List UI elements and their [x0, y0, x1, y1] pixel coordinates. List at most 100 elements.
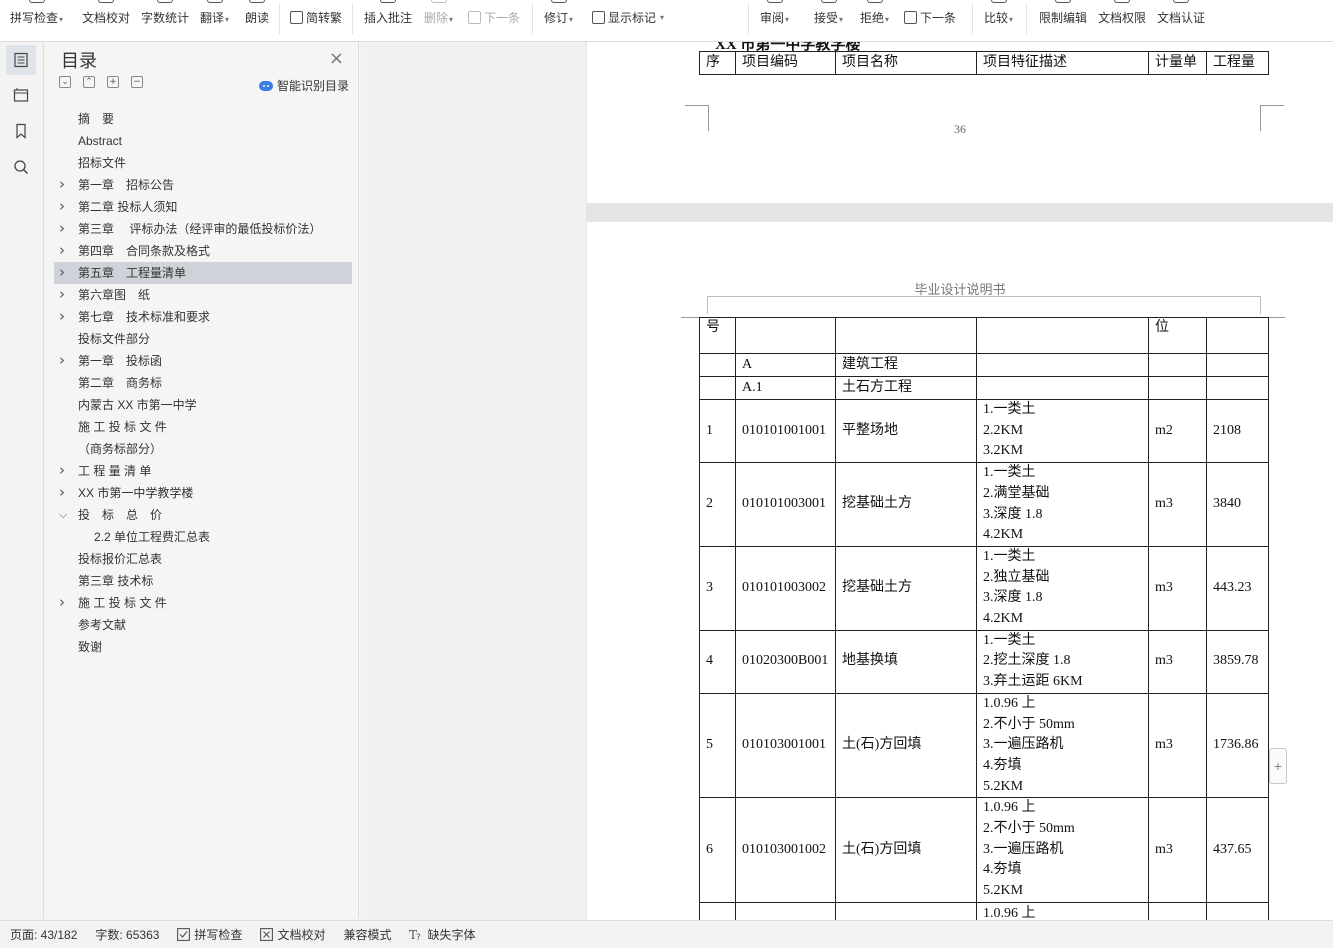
bookmark-button[interactable]: [6, 116, 36, 146]
next-change-button[interactable]: 下一条: [904, 9, 956, 26]
chevron-right-icon[interactable]: ›: [59, 481, 65, 503]
status-doc-proof[interactable]: 文档校对: [260, 926, 325, 943]
status-spell-check[interactable]: 拼写检查: [177, 926, 242, 943]
close-icon[interactable]: ×: [329, 48, 344, 69]
chevron-right-icon[interactable]: ›: [59, 239, 65, 261]
doc-certify-button[interactable]: 文档认证: [1157, 0, 1205, 40]
delete-comment-icon: [430, 0, 447, 3]
missing-font-button[interactable]: T? 缺失字体: [409, 926, 475, 943]
cell-code: 010103001001: [735, 692, 836, 799]
chevron-right-icon[interactable]: ›: [59, 349, 65, 371]
bill-of-quantities-table: 号位 A 建筑工程 A.1 土石方工程 1 010101001001 平整场地 1.一类土 2.2…: [699, 317, 1269, 920]
toc-item[interactable]: › 第四章 合同条款及格式: [54, 240, 352, 262]
chevron-right-icon[interactable]: ›: [59, 217, 65, 239]
insert-comment-button[interactable]: 插入批注: [364, 0, 412, 40]
page-number: 36: [954, 122, 966, 136]
missing-font-icon: T?: [409, 928, 421, 941]
cell-seq: [699, 376, 736, 400]
toc-item[interactable]: › 第二章 投标人须知: [54, 196, 352, 218]
toc-item[interactable]: （商务标部分）: [54, 438, 352, 460]
cell-qty: 1736.86: [1206, 692, 1269, 799]
expand-all-icon[interactable]: ⌄: [59, 76, 71, 88]
desc-line: 3.深度 1.8: [983, 590, 1043, 606]
chevron-right-icon[interactable]: ›: [59, 173, 65, 195]
page-indicator[interactable]: 页面: 43/182: [10, 926, 77, 943]
add-comment-icon[interactable]: +: [1269, 748, 1287, 784]
toc-panel-button[interactable]: [6, 45, 36, 75]
toc-item[interactable]: 第三章 技术标: [54, 570, 352, 592]
next-comment-button[interactable]: 下一条: [468, 9, 520, 26]
show-markup-dropdown[interactable]: 显示标记 ▾: [592, 9, 664, 26]
read-aloud-button[interactable]: 朗读: [245, 0, 269, 40]
chevron-right-icon[interactable]: ›: [59, 195, 65, 217]
toc-item[interactable]: › 施 工 投 标 文 件: [54, 592, 352, 614]
doc-proof-button[interactable]: 文档校对: [82, 0, 130, 40]
cell-unit: [1148, 353, 1207, 377]
toc-item[interactable]: › 第一章 招标公告: [54, 174, 352, 196]
separator: [972, 4, 973, 34]
status-bar: 页面: 43/182 字数: 65363 拼写检查 文档校对 兼容模式 T? 缺…: [0, 920, 1333, 948]
table-row: 2 010101003001 挖基础土方 1.一类土 2.满堂基础 3.深度 1.8 4.2…: [699, 462, 1269, 547]
toc-item[interactable]: Abstract: [54, 130, 352, 152]
toc-item[interactable]: 2.2 单位工程费汇总表: [54, 526, 352, 548]
spell-check-button[interactable]: 拼写检查▾: [10, 0, 63, 40]
desc-line: 1.0.96 上: [983, 800, 1036, 816]
doc-permission-button[interactable]: 文档权限: [1098, 0, 1146, 40]
toc-item[interactable]: ⌵ 投 标 总 价: [54, 504, 352, 526]
review-button[interactable]: 审阅▾: [760, 0, 789, 40]
toc-item[interactable]: 参考文献: [54, 614, 352, 636]
toc-item[interactable]: 内蒙古 XX 市第一中学: [54, 394, 352, 416]
toc-item[interactable]: › 工 程 量 清 单: [54, 460, 352, 482]
toc-item[interactable]: 投标报价汇总表: [54, 548, 352, 570]
remove-heading-icon[interactable]: −: [131, 76, 143, 88]
chapter-nav-button[interactable]: [6, 80, 36, 110]
toc-item[interactable]: › 第一章 投标函: [54, 350, 352, 372]
revise-button[interactable]: 修订▾: [544, 0, 573, 40]
toc-item[interactable]: 招标文件: [54, 152, 352, 174]
toc-item[interactable]: 摘 要: [54, 108, 352, 130]
chevron-right-icon[interactable]: ›: [59, 261, 65, 283]
smart-toc-button[interactable]: 智能识别目录: [258, 77, 349, 94]
cell-seq: 1: [699, 398, 736, 464]
word-count-button[interactable]: 字数统计: [141, 0, 189, 40]
toc-item[interactable]: 第二章 商务标: [54, 372, 352, 394]
compat-mode-indicator[interactable]: 兼容模式: [343, 926, 391, 943]
toc-item-label: 第三章 技术标: [78, 574, 154, 588]
toc-item-label: 第七章 技术标准和要求: [78, 310, 211, 324]
translate-button[interactable]: 翻译▾: [200, 0, 229, 40]
table-header-row: 序项目编码 项目名称 项目特征描述 计量单 工程量: [699, 51, 1269, 75]
toc-item[interactable]: › 第五章 工程量清单: [54, 262, 352, 284]
desc-line: 1.0.96 上: [983, 905, 1036, 920]
cell-name: 地基换填: [835, 629, 977, 694]
add-heading-icon[interactable]: +: [107, 76, 119, 88]
cell-name: 土(石)方回填: [835, 797, 977, 903]
toc-item[interactable]: 致谢: [54, 636, 352, 658]
table-header-cell: 计量单: [1148, 51, 1207, 75]
chevron-right-icon[interactable]: ›: [59, 459, 65, 481]
chevron-down-icon[interactable]: ⌵: [59, 504, 67, 526]
collapse-all-icon[interactable]: ⌃: [83, 76, 95, 88]
chevron-right-icon[interactable]: ›: [59, 283, 65, 305]
cell-desc: 1.一类土 2.独立基础 3.深度 1.8 4.2KM: [976, 545, 1149, 631]
toc-item[interactable]: › XX 市第一中学教学楼: [54, 482, 352, 504]
word-count-indicator[interactable]: 字数: 65363: [95, 926, 159, 943]
restrict-edit-button[interactable]: 限制编辑: [1039, 0, 1087, 40]
table-row: 3 010101003002 挖基础土方 1.一类土 2.独立基础 3.深度 1.8 4.2…: [699, 545, 1269, 631]
simp-trad-button[interactable]: 简转繁: [290, 9, 342, 26]
toc-item[interactable]: › 第六章图 纸: [54, 284, 352, 306]
toc-item[interactable]: 投标文件部分: [54, 328, 352, 350]
accept-button[interactable]: 接受▾: [814, 0, 843, 40]
toc-item[interactable]: › 第三章 评标办法（经评审的最低投标价法）: [54, 218, 352, 240]
document-area: XX 市第一中学教学楼 序项目编码 项目名称 项目特征描述 计量单 工程量 36 毕业设…: [362, 42, 1333, 920]
desc-line: 1.一类土: [983, 402, 1036, 417]
search-button[interactable]: [6, 152, 36, 182]
compare-button[interactable]: 比较▾: [984, 0, 1013, 40]
next-comment-icon: [468, 11, 481, 24]
reject-button[interactable]: 拒绝▾: [860, 0, 889, 40]
toc-item[interactable]: 施 工 投 标 文 件: [54, 416, 352, 438]
chevron-right-icon[interactable]: ›: [59, 591, 65, 613]
chevron-right-icon[interactable]: ›: [59, 305, 65, 327]
delete-comment-button[interactable]: 删除▾: [424, 0, 453, 40]
cell-unit: m3: [1148, 462, 1207, 547]
toc-item[interactable]: › 第七章 技术标准和要求: [54, 306, 352, 328]
